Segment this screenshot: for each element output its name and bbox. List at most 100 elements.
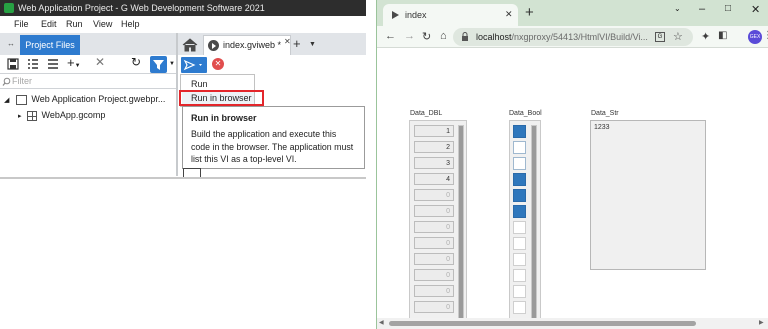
home-icon[interactable]: ⌂ [440,30,447,42]
dbl-element[interactable]: 0 [414,301,454,313]
scroll-left-icon[interactable]: ◀ [379,319,384,326]
data-str-indicator[interactable]: 1233 [590,120,706,270]
data-dbl-label: Data_DBL [410,110,443,117]
add-item-icon[interactable]: +▼ [67,55,81,70]
side-panel-icon[interactable]: ◧ [718,30,727,41]
panel-splitter[interactable] [176,33,178,176]
collapse-arrow-icon[interactable]: ▸ [18,113,22,120]
site-info-icon[interactable] [461,32,469,41]
list-view-icon[interactable] [26,57,40,71]
forward-icon[interactable]: → [404,30,415,42]
maximize-icon[interactable]: □ [725,3,731,14]
tab-project-files[interactable]: Project Files [20,35,80,55]
tab-index-gviweb[interactable]: index.gviweb * ✕ [203,35,291,55]
add-tab-icon[interactable]: + [293,36,301,51]
menu-edit[interactable]: Edit [41,16,57,32]
bool-array-scrollbar[interactable] [531,125,537,329]
tooltip-body: Build the application and execute this c… [191,129,354,164]
doc-tab-label: index.gviweb * [223,40,282,50]
bool-element-true[interactable] [513,173,526,186]
bool-element-false[interactable] [513,253,526,266]
menu-file[interactable]: File [14,16,29,32]
data-str-label: Data_Str [591,110,619,117]
dbl-element[interactable]: 0 [414,205,454,217]
tab-search-chevron-icon[interactable]: ⌄ [674,4,681,13]
bool-element-false[interactable] [513,285,526,298]
profile-avatar[interactable]: GEX [748,30,762,44]
bool-element-false[interactable] [513,301,526,314]
bool-element-false[interactable] [513,269,526,282]
menu-run[interactable]: Run [66,16,83,32]
bool-element-true[interactable] [513,189,526,202]
collapse-panel-icon[interactable]: ↔ [7,39,15,48]
menu-help[interactable]: Help [121,16,140,32]
filter-input[interactable]: Filter [0,75,178,89]
details-view-icon[interactable] [46,57,60,71]
window-edge [0,177,366,179]
dbl-element[interactable]: 0 [414,189,454,201]
filter-icon[interactable] [150,56,167,73]
scroll-right-icon[interactable]: ▶ [759,319,764,326]
translate-icon[interactable]: G [655,32,665,42]
bool-element-false[interactable] [513,237,526,250]
browser-tab[interactable]: index ✕ [383,4,518,26]
data-bool-array[interactable] [509,120,541,329]
menu-bar: File Edit Run View Help [0,16,366,32]
url-host: localhost [476,32,512,42]
browser-window: index ✕ + ⌄ – □ ✕ ← → ↻ ⌂ ✦ ◧ ⋮ localhos… [376,0,768,329]
tab-menu-chevron-icon[interactable]: ▼ [309,41,316,48]
bool-element-false[interactable] [513,141,526,154]
close-tab-icon[interactable]: ✕ [284,37,291,46]
reload-icon[interactable]: ↻ [422,30,431,43]
abort-icon[interactable]: ✕ [212,58,224,70]
filter-chevron-icon[interactable]: ▼ [169,61,175,67]
ide-window: Web Application Project - G Web Developm… [0,0,366,329]
project-icon [15,94,27,105]
horizontal-scroll-thumb[interactable] [389,321,696,326]
project-name: Web Application Project.gwebpr... [31,94,166,104]
data-dbl-array[interactable]: 1 2 3 4 0 0 0 0 0 0 0 0 [409,120,467,329]
back-icon[interactable]: ← [385,30,396,42]
bookmark-star-icon[interactable]: ☆ [673,30,683,43]
dbl-array-scrollbar[interactable] [458,125,464,329]
dbl-element[interactable]: 4 [414,173,454,185]
close-window-icon[interactable]: ✕ [751,3,760,16]
refresh-icon[interactable]: ↻ [131,55,145,69]
browser-menu-icon[interactable]: ⋮ [763,30,768,41]
run-button[interactable] [181,57,207,73]
component-name: WebApp.gcomp [41,110,106,120]
dbl-element[interactable]: 3 [414,157,454,169]
web-page: Data_DBL 1 2 3 4 0 0 0 0 0 0 0 0 Data_Bool Data_Str… [377,48,768,329]
bool-element-true[interactable] [513,125,526,138]
dbl-array-scroll-thumb[interactable] [459,126,463,329]
dbl-element[interactable]: 2 [414,141,454,153]
bool-array-scroll-thumb[interactable] [532,126,536,329]
dbl-element[interactable]: 0 [414,285,454,297]
close-tab-icon[interactable]: ✕ [505,9,513,20]
minimize-icon[interactable]: – [699,3,705,15]
home-icon[interactable] [180,35,200,55]
bool-element-true[interactable] [513,205,526,218]
new-tab-icon[interactable]: + [525,4,534,21]
tree-item-component[interactable]: ▸ WebApp.gcomp [18,110,105,122]
dbl-element[interactable]: 0 [414,221,454,233]
data-bool-label: Data_Bool [509,110,542,117]
address-bar[interactable]: localhost/nxgproxy/54413/HtmlVI/Build/Vi… [453,28,693,46]
browser-tab-strip: index ✕ + ⌄ – □ ✕ [377,0,768,26]
dbl-element[interactable]: 1 [414,125,454,137]
dbl-element[interactable]: 0 [414,253,454,265]
bool-element-false[interactable] [513,221,526,234]
tree-item-project[interactable]: ◢ Web Application Project.gwebpr... [4,94,165,106]
bool-element-false[interactable] [513,157,526,170]
expand-arrow-icon[interactable]: ◢ [4,97,9,104]
dbl-element[interactable]: 0 [414,237,454,249]
delete-icon[interactable]: ✕ [95,55,109,69]
component-icon [27,110,38,121]
save-icon[interactable] [6,57,20,71]
extensions-icon[interactable]: ✦ [701,30,710,43]
menu-item-run[interactable]: Run [182,77,254,91]
menu-view[interactable]: View [93,16,112,32]
tooltip-title: Run in browser [191,113,257,123]
dbl-element[interactable]: 0 [414,269,454,281]
ide-title-bar: Web Application Project - G Web Developm… [0,0,366,16]
